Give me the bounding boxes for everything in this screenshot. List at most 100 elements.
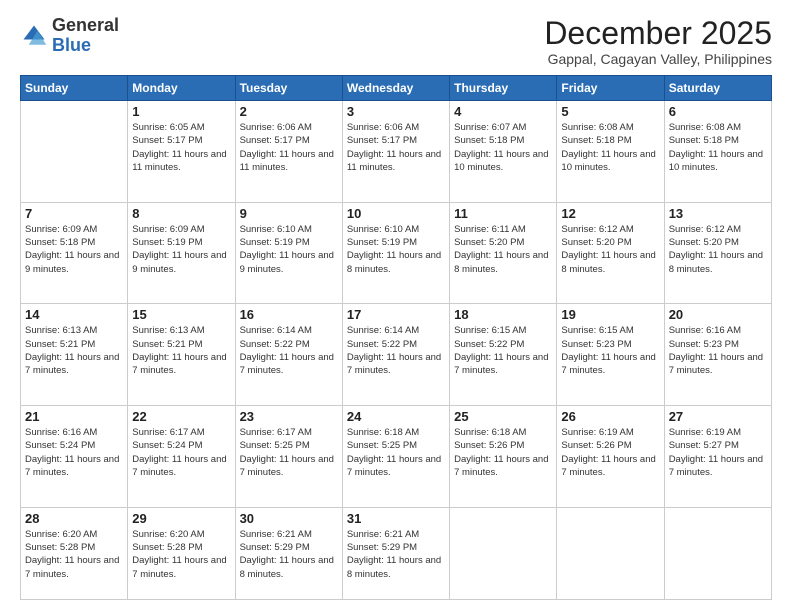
weekday-header-monday: Monday <box>128 76 235 101</box>
day-number: 22 <box>132 409 230 424</box>
day-info: Sunrise: 6:09 AMSunset: 5:18 PMDaylight:… <box>25 223 123 276</box>
logo-general-text: General <box>52 15 119 35</box>
calendar-cell: 7 Sunrise: 6:09 AMSunset: 5:18 PMDaylight… <box>21 202 128 304</box>
day-number: 2 <box>240 104 338 119</box>
day-info: Sunrise: 6:21 AMSunset: 5:29 PMDaylight:… <box>347 528 445 581</box>
calendar-cell: 11 Sunrise: 6:11 AMSunset: 5:20 PMDayligh… <box>450 202 557 304</box>
day-info: Sunrise: 6:09 AMSunset: 5:19 PMDaylight:… <box>132 223 230 276</box>
weekday-header-sunday: Sunday <box>21 76 128 101</box>
day-number: 12 <box>561 206 659 221</box>
logo: General Blue <box>20 16 119 56</box>
day-number: 20 <box>669 307 767 322</box>
day-number: 5 <box>561 104 659 119</box>
calendar-cell: 17 Sunrise: 6:14 AMSunset: 5:22 PMDayligh… <box>342 304 449 406</box>
day-info: Sunrise: 6:18 AMSunset: 5:26 PMDaylight:… <box>454 426 552 479</box>
day-number: 25 <box>454 409 552 424</box>
day-number: 3 <box>347 104 445 119</box>
day-number: 28 <box>25 511 123 526</box>
calendar-cell: 9 Sunrise: 6:10 AMSunset: 5:19 PMDaylight… <box>235 202 342 304</box>
calendar-cell: 4 Sunrise: 6:07 AMSunset: 5:18 PMDaylight… <box>450 101 557 203</box>
day-number: 18 <box>454 307 552 322</box>
day-number: 16 <box>240 307 338 322</box>
day-number: 8 <box>132 206 230 221</box>
calendar-cell: 22 Sunrise: 6:17 AMSunset: 5:24 PMDayligh… <box>128 406 235 508</box>
logo-icon <box>20 22 48 50</box>
subtitle: Gappal, Cagayan Valley, Philippines <box>544 51 772 67</box>
calendar-cell: 23 Sunrise: 6:17 AMSunset: 5:25 PMDayligh… <box>235 406 342 508</box>
week-row-2: 7 Sunrise: 6:09 AMSunset: 5:18 PMDaylight… <box>21 202 772 304</box>
day-number: 27 <box>669 409 767 424</box>
day-info: Sunrise: 6:10 AMSunset: 5:19 PMDaylight:… <box>240 223 338 276</box>
calendar-cell: 21 Sunrise: 6:16 AMSunset: 5:24 PMDayligh… <box>21 406 128 508</box>
calendar-cell: 25 Sunrise: 6:18 AMSunset: 5:26 PMDayligh… <box>450 406 557 508</box>
day-info: Sunrise: 6:18 AMSunset: 5:25 PMDaylight:… <box>347 426 445 479</box>
calendar-cell: 2 Sunrise: 6:06 AMSunset: 5:17 PMDaylight… <box>235 101 342 203</box>
day-number: 17 <box>347 307 445 322</box>
day-number: 21 <box>25 409 123 424</box>
day-number: 6 <box>669 104 767 119</box>
day-info: Sunrise: 6:14 AMSunset: 5:22 PMDaylight:… <box>240 324 338 377</box>
day-number: 4 <box>454 104 552 119</box>
calendar-cell: 6 Sunrise: 6:08 AMSunset: 5:18 PMDaylight… <box>664 101 771 203</box>
day-info: Sunrise: 6:16 AMSunset: 5:23 PMDaylight:… <box>669 324 767 377</box>
calendar-cell: 3 Sunrise: 6:06 AMSunset: 5:17 PMDaylight… <box>342 101 449 203</box>
day-info: Sunrise: 6:06 AMSunset: 5:17 PMDaylight:… <box>347 121 445 174</box>
calendar-cell: 26 Sunrise: 6:19 AMSunset: 5:26 PMDayligh… <box>557 406 664 508</box>
day-number: 7 <box>25 206 123 221</box>
day-number: 15 <box>132 307 230 322</box>
calendar-cell: 15Sunrise: 6:13 AMSunset: 5:21 PMDayligh… <box>128 304 235 406</box>
day-number: 9 <box>240 206 338 221</box>
week-row-1: 1 Sunrise: 6:05 AMSunset: 5:17 PMDaylight… <box>21 101 772 203</box>
day-info: Sunrise: 6:12 AMSunset: 5:20 PMDaylight:… <box>669 223 767 276</box>
day-info: Sunrise: 6:17 AMSunset: 5:25 PMDaylight:… <box>240 426 338 479</box>
day-info: Sunrise: 6:07 AMSunset: 5:18 PMDaylight:… <box>454 121 552 174</box>
day-info: Sunrise: 6:05 AMSunset: 5:17 PMDaylight:… <box>132 121 230 174</box>
day-number: 24 <box>347 409 445 424</box>
header: General Blue December 2025 Gappal, Cagay… <box>20 16 772 67</box>
day-number: 23 <box>240 409 338 424</box>
day-info: Sunrise: 6:20 AMSunset: 5:28 PMDaylight:… <box>132 528 230 581</box>
weekday-header-thursday: Thursday <box>450 76 557 101</box>
day-info: Sunrise: 6:13 AMSunset: 5:21 PMDaylight:… <box>25 324 123 377</box>
week-row-5: 28 Sunrise: 6:20 AMSunset: 5:28 PMDayligh… <box>21 507 772 599</box>
calendar-cell: 10Sunrise: 6:10 AMSunset: 5:19 PMDayligh… <box>342 202 449 304</box>
day-info: Sunrise: 6:19 AMSunset: 5:26 PMDaylight:… <box>561 426 659 479</box>
calendar-cell <box>557 507 664 599</box>
day-info: Sunrise: 6:06 AMSunset: 5:17 PMDaylight:… <box>240 121 338 174</box>
day-info: Sunrise: 6:08 AMSunset: 5:18 PMDaylight:… <box>669 121 767 174</box>
main-title: December 2025 <box>544 16 772 51</box>
calendar-cell: 1 Sunrise: 6:05 AMSunset: 5:17 PMDaylight… <box>128 101 235 203</box>
day-number: 19 <box>561 307 659 322</box>
page: General Blue December 2025 Gappal, Cagay… <box>0 0 792 612</box>
weekday-header-wednesday: Wednesday <box>342 76 449 101</box>
calendar-cell: 27Sunrise: 6:19 AMSunset: 5:27 PMDayligh… <box>664 406 771 508</box>
title-section: December 2025 Gappal, Cagayan Valley, Ph… <box>544 16 772 67</box>
calendar-cell <box>664 507 771 599</box>
calendar-cell: 8 Sunrise: 6:09 AMSunset: 5:19 PMDaylight… <box>128 202 235 304</box>
day-info: Sunrise: 6:14 AMSunset: 5:22 PMDaylight:… <box>347 324 445 377</box>
day-info: Sunrise: 6:21 AMSunset: 5:29 PMDaylight:… <box>240 528 338 581</box>
calendar-cell: 31 Sunrise: 6:21 AMSunset: 5:29 PMDayligh… <box>342 507 449 599</box>
calendar-cell: 19Sunrise: 6:15 AMSunset: 5:23 PMDayligh… <box>557 304 664 406</box>
day-info: Sunrise: 6:08 AMSunset: 5:18 PMDaylight:… <box>561 121 659 174</box>
calendar-cell <box>450 507 557 599</box>
day-info: Sunrise: 6:11 AMSunset: 5:20 PMDaylight:… <box>454 223 552 276</box>
calendar-cell: 5 Sunrise: 6:08 AMSunset: 5:18 PMDaylight… <box>557 101 664 203</box>
calendar-cell: 18Sunrise: 6:15 AMSunset: 5:22 PMDayligh… <box>450 304 557 406</box>
day-info: Sunrise: 6:20 AMSunset: 5:28 PMDaylight:… <box>25 528 123 581</box>
calendar-cell: 14 Sunrise: 6:13 AMSunset: 5:21 PMDayligh… <box>21 304 128 406</box>
calendar-cell <box>21 101 128 203</box>
day-number: 1 <box>132 104 230 119</box>
calendar-table: SundayMondayTuesdayWednesdayThursdayFrid… <box>20 75 772 600</box>
day-info: Sunrise: 6:17 AMSunset: 5:24 PMDaylight:… <box>132 426 230 479</box>
day-number: 31 <box>347 511 445 526</box>
calendar-cell: 28 Sunrise: 6:20 AMSunset: 5:28 PMDayligh… <box>21 507 128 599</box>
day-number: 14 <box>25 307 123 322</box>
day-number: 11 <box>454 206 552 221</box>
day-info: Sunrise: 6:16 AMSunset: 5:24 PMDaylight:… <box>25 426 123 479</box>
weekday-header-friday: Friday <box>557 76 664 101</box>
day-number: 29 <box>132 511 230 526</box>
day-number: 10 <box>347 206 445 221</box>
day-number: 26 <box>561 409 659 424</box>
week-row-4: 21 Sunrise: 6:16 AMSunset: 5:24 PMDayligh… <box>21 406 772 508</box>
